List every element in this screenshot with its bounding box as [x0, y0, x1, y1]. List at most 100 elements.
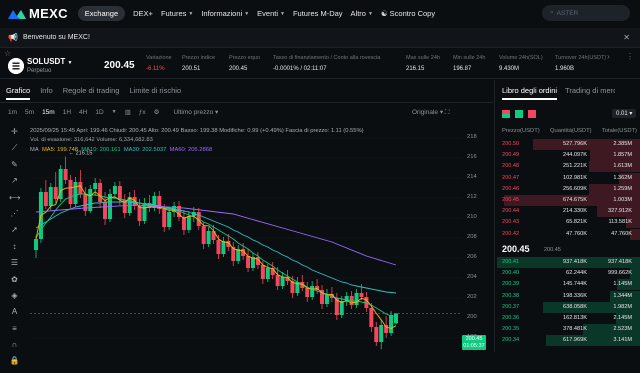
candle [359, 293, 364, 297]
timeframe-1d[interactable]: 1D [95, 109, 103, 116]
candlestick-chart[interactable]: ← 216.15 [30, 120, 462, 352]
orderbook-price: 200.47 [502, 174, 520, 181]
nav-altro[interactable]: Altro ▼ [351, 9, 373, 18]
tab-grafico[interactable]: Grafico [6, 86, 31, 100]
view-select[interactable]: Originale ▾ ⛶ [412, 108, 449, 117]
mark-price: 200.45 [544, 247, 561, 253]
candle-type-icon[interactable]: ▥ [125, 108, 131, 116]
current-price-tag: 200.45 01:05:37 [462, 335, 486, 350]
pattern-icon[interactable]: ◈ [9, 291, 20, 300]
horizontal-line-icon[interactable]: ⟷ [9, 193, 20, 202]
ma30-line [35, 201, 397, 294]
orderbook-row[interactable]: 200.42 47.760K 47.760K [497, 228, 640, 240]
orderbook-row[interactable]: 200.47 102.981K 1.362M [497, 172, 640, 184]
symbol-selector[interactable]: SOLUSDT ▼ [27, 57, 72, 66]
tab-libro-ordini[interactable]: Libro degli ordini [502, 86, 558, 100]
header-price: Prezzo(USDT) [502, 128, 540, 134]
nav-futures[interactable]: Futures ▼ [161, 9, 193, 18]
fib-icon[interactable]: ☰ [9, 258, 20, 267]
candle [394, 313, 398, 324]
candle [186, 216, 191, 230]
pen-icon[interactable]: ✎ [9, 160, 20, 169]
crosshair-icon[interactable]: ✛ [9, 127, 20, 136]
candle [265, 268, 270, 279]
lock-icon[interactable]: 🔒 [9, 356, 20, 365]
current-price-tag-value: 200.45 [465, 336, 483, 342]
nav-exchange[interactable]: Exchange [77, 6, 126, 21]
ticker-stat-value: 200.51 [182, 66, 201, 72]
orderbook-row[interactable]: 200.36 162.813K 2.145M [497, 313, 640, 324]
orderbook-row[interactable]: 200.48 251.221K 1.613M [497, 161, 640, 173]
arrow-icon[interactable]: ➚ [9, 225, 20, 234]
orderbook-row[interactable]: 200.50 527.796K 2.385M [497, 139, 640, 150]
orderbook-row[interactable]: 200.44 214.330K 327.912K [497, 206, 640, 218]
orderbook-row[interactable]: 200.43 65.821K 113.581K [497, 217, 640, 229]
view-both-icon[interactable] [502, 110, 510, 118]
nav-informazioni[interactable]: Informazioni ▼ [201, 9, 249, 18]
ruler-icon[interactable]: ≡ [9, 324, 20, 333]
favorite-star-icon[interactable]: ☆ [4, 49, 11, 58]
search-input[interactable]: ⌕ ASTER [542, 5, 630, 21]
price-type-select[interactable]: Ultimo prezzo ▾ [173, 108, 218, 116]
nav-altro-label: Altro [350, 9, 366, 18]
tab-regole[interactable]: Regole di trading [63, 86, 120, 100]
tab-trading-mercato[interactable]: Trading di mercato [565, 86, 615, 100]
orderbook-row[interactable]: 200.46 256.609K 1.259M [497, 183, 640, 195]
price-axis[interactable]: 218216214212210208206204202200198 [462, 120, 492, 352]
magnet-icon[interactable]: ∩ [9, 340, 20, 349]
timeframe-4h[interactable]: 4H [79, 109, 87, 116]
orderbook-row[interactable]: 200.38 198.336K 1.344M [497, 290, 640, 302]
indicator-icon[interactable]: ƒx [139, 109, 146, 116]
orderbook-price: 200.43 [502, 219, 520, 226]
settings-icon[interactable]: ⚙ [154, 108, 160, 116]
trend-line-icon[interactable]: ⟋ [9, 143, 20, 152]
tab-limite[interactable]: Limite di rischio [129, 86, 181, 100]
timeframe-1h[interactable]: 1H [63, 109, 71, 116]
channel-icon[interactable]: ⋰ [9, 209, 20, 218]
precision-select[interactable]: 0.01 ▾ [612, 109, 637, 118]
chevron-down-icon[interactable]: ▼ [112, 109, 117, 115]
orderbook-total: 937.418K [608, 259, 632, 265]
nav-copy-trade[interactable]: ☯ Scontro Copy [381, 9, 435, 18]
ticker-stat-value: -0.0001% / 02:11:07 [273, 66, 327, 72]
orderbook-row[interactable]: 200.49 244.097K 1.857M [497, 150, 640, 162]
view-bids-icon[interactable] [515, 110, 523, 118]
nav-eventi[interactable]: Eventi ▼ [257, 9, 285, 18]
orderbook-qty: 162.813K [563, 315, 587, 321]
ticker-stat-label: Variazione [146, 55, 172, 61]
timeframe-1m[interactable]: 1m [8, 109, 17, 116]
view-asks-icon[interactable] [528, 110, 536, 118]
more-icon[interactable]: ⋮ [626, 52, 634, 61]
ray-icon[interactable]: ↗ [9, 176, 20, 185]
brand-name: MEXC [29, 6, 68, 21]
orderbook-total: 3.141M [613, 337, 632, 344]
timeframe-5m[interactable]: 5m [25, 109, 34, 116]
tab-info[interactable]: Info [40, 86, 53, 100]
vertical-line-icon[interactable]: ↕ [9, 242, 20, 251]
orderbook-price: 200.37 [502, 303, 520, 310]
text-icon[interactable]: A [9, 307, 20, 316]
ticker-stat-label: Max sulle 24h [406, 55, 440, 61]
nav-futures-mday[interactable]: Futures M-Day [293, 9, 343, 18]
orderbook-row[interactable]: 200.34 617.969K 3.141M [497, 335, 640, 347]
nav-informazioni-label: Informazioni [201, 9, 243, 18]
close-icon[interactable]: ✕ [623, 33, 630, 42]
candle [379, 325, 384, 342]
orderbook-qty: 145.744K [563, 281, 587, 288]
orderbook-row[interactable]: 200.41 937.418K 937.418K [497, 257, 640, 268]
orderbook-qty: 214.330K [563, 208, 587, 215]
chevron-right-icon[interactable]: › [607, 52, 610, 61]
orderbook-row[interactable]: 200.35 378.481K 2.523M [497, 324, 640, 336]
orderbook-row[interactable]: 200.45 674.675K 1.003M [497, 195, 640, 206]
timeframe-15m[interactable]: 15m [42, 109, 55, 116]
shape-icon[interactable]: ✿ [9, 275, 20, 284]
orderbook-price: 200.49 [502, 152, 520, 159]
ticker-stat: Max sulle 24h 216.15 [406, 55, 440, 72]
ticker-stat: Prezzo indice 200.51 [182, 55, 215, 72]
nav-dex-plus[interactable]: DEX+ [133, 9, 153, 18]
orderbook-row[interactable]: 200.39 145.744K 1.145M [497, 279, 640, 291]
orderbook-row[interactable]: 200.40 62.244K 999.662K [497, 268, 640, 280]
mexc-logo[interactable]: MEXC [8, 6, 68, 21]
last-price: 200.45 [104, 60, 135, 71]
orderbook-row[interactable]: 200.37 638.058K 1.982M [497, 301, 640, 313]
